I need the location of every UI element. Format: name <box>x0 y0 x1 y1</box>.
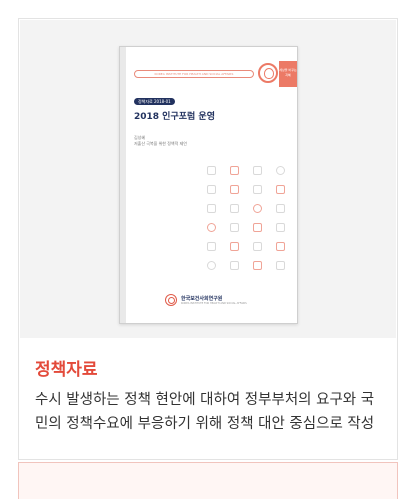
pattern-icon <box>246 180 269 199</box>
pattern-icon <box>200 237 223 256</box>
publisher-name: 한국보건사회연구원 <box>181 296 223 302</box>
category-title[interactable]: 정책자료 <box>35 355 98 380</box>
pattern-icon <box>246 161 269 180</box>
cover-spine <box>120 47 126 323</box>
pattern-icon <box>246 199 269 218</box>
cover-series-line: KOREA INSTITUTE FOR HEALTH AND SOCIAL AF… <box>134 70 254 78</box>
pattern-icon <box>269 161 292 180</box>
pattern-icon <box>223 256 246 275</box>
publication-card[interactable]: KOREA INSTITUTE FOR HEALTH AND SOCIAL AF… <box>18 18 398 460</box>
pattern-icon <box>246 218 269 237</box>
pattern-icon <box>269 237 292 256</box>
pattern-icon <box>200 161 223 180</box>
pattern-icon <box>200 180 223 199</box>
pattern-icon <box>223 199 246 218</box>
pattern-icon <box>200 199 223 218</box>
pattern-icon <box>200 256 223 275</box>
cover-thumbnail-area[interactable]: KOREA INSTITUTE FOR HEALTH AND SOCIAL AF… <box>20 20 396 338</box>
cover-icon-grid <box>200 161 292 275</box>
next-publication-card[interactable] <box>18 462 398 499</box>
publisher-name-en: KOREA INSTITUTE FOR HEALTH AND SOCIAL AF… <box>181 302 247 305</box>
pattern-icon <box>269 180 292 199</box>
pattern-icon <box>269 199 292 218</box>
pattern-icon <box>223 237 246 256</box>
report-cover-image[interactable]: KOREA INSTITUTE FOR HEALTH AND SOCIAL AF… <box>119 46 298 324</box>
cover-title: 2018 인구포럼 운영 <box>134 112 215 122</box>
pattern-icon <box>200 218 223 237</box>
publisher-logo-icon <box>165 294 177 306</box>
pattern-icon <box>223 161 246 180</box>
cover-tab: 세상을 바꾸는 지혜 <box>279 61 297 87</box>
pattern-icon <box>223 180 246 199</box>
pattern-icon <box>269 218 292 237</box>
publisher-logo: 한국보건사회연구원 KOREA INSTITUTE FOR HEALTH AND… <box>165 294 247 306</box>
cover-emblem-icon <box>258 63 278 83</box>
pattern-icon <box>246 256 269 275</box>
pattern-icon <box>246 237 269 256</box>
cover-subtitle: 저출산 극복을 위한 정책적 제언 <box>134 141 187 146</box>
pattern-icon <box>223 218 246 237</box>
pattern-icon <box>269 256 292 275</box>
category-description: 수시 발생하는 정책 현안에 대하여 정부부처의 요구와 국민의 정책수요에 부… <box>35 392 375 432</box>
cover-badge: 정책자료 2018-01 <box>134 98 175 105</box>
